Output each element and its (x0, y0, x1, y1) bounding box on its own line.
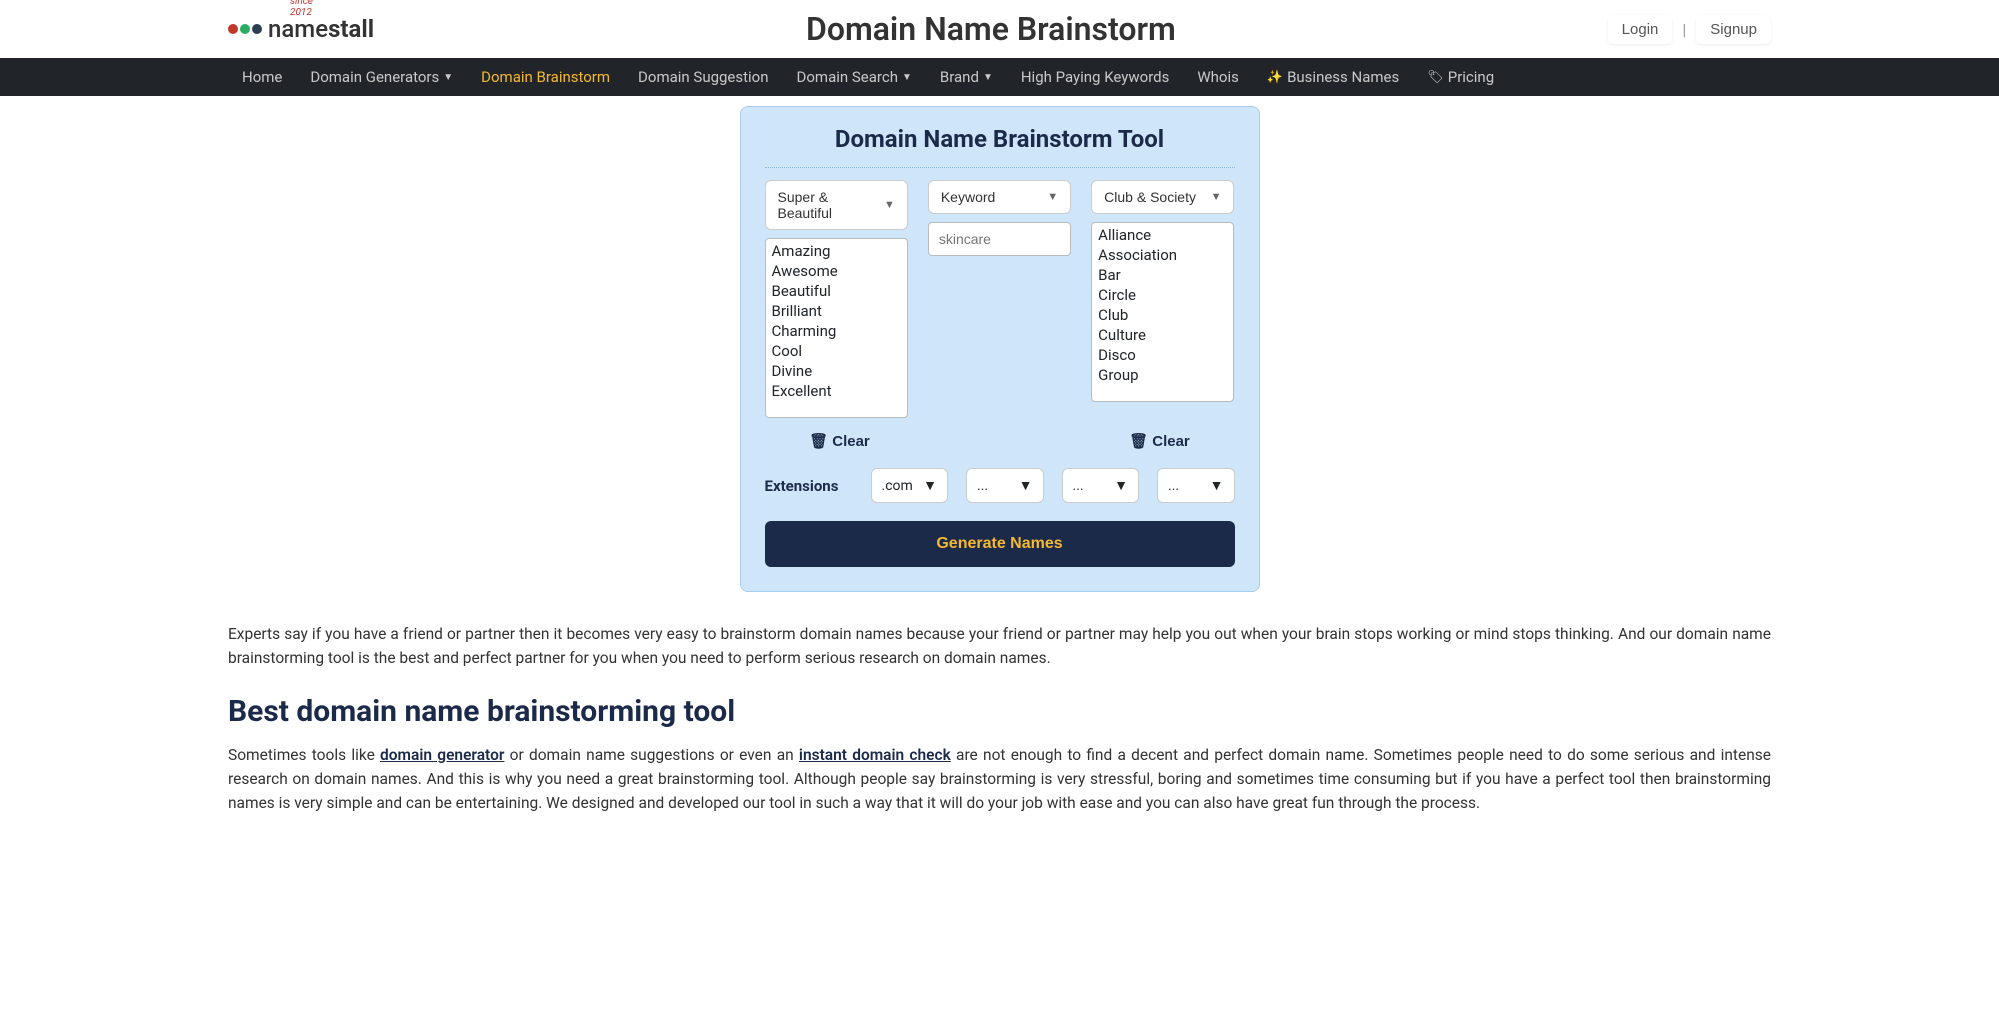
logo-text: namestall (268, 15, 374, 43)
extension-select-4[interactable]: ...▼ (1157, 468, 1235, 503)
list-item[interactable]: Charming (766, 321, 907, 341)
list-item[interactable]: Beautiful (766, 281, 907, 301)
clear-suffix-button[interactable]: 🗑Clear (1085, 432, 1235, 450)
chevron-down-icon: ▼ (1114, 477, 1128, 494)
chevron-down-icon: ▼ (923, 477, 937, 494)
instant-domain-check-link[interactable]: instant domain check (799, 746, 951, 764)
extensions-label: Extensions (765, 477, 853, 495)
nav-pricing[interactable]: 🏷Pricing (1413, 58, 1508, 96)
nav-domain-suggestion[interactable]: Domain Suggestion (624, 58, 782, 96)
list-item[interactable]: Divine (766, 361, 907, 381)
signup-button[interactable]: Signup (1696, 15, 1771, 44)
chevron-down-icon: ▼ (983, 72, 993, 83)
suffix-listbox[interactable]: Alliance Association Bar Circle Club Cul… (1091, 222, 1234, 402)
auth-separator: | (1682, 20, 1686, 39)
chevron-down-icon: ▼ (1211, 191, 1222, 203)
domain-generator-link[interactable]: domain generator (380, 746, 504, 764)
list-item[interactable]: Alliance (1092, 225, 1233, 245)
nav-domain-brainstorm[interactable]: Domain Brainstorm (467, 58, 624, 96)
chevron-down-icon: ▼ (1210, 477, 1224, 494)
sparkle-icon: ✨ (1267, 70, 1283, 85)
auth-group: Login | Signup (1608, 15, 1771, 44)
main-nav: Home Domain Generators▼ Domain Brainstor… (0, 58, 1999, 96)
list-item[interactable]: Culture (1092, 325, 1233, 345)
extension-select-3[interactable]: ...▼ (1062, 468, 1140, 503)
nav-whois[interactable]: Whois (1183, 58, 1253, 96)
nav-home[interactable]: Home (228, 58, 296, 96)
chevron-down-icon: ▼ (884, 199, 895, 211)
tag-icon: 🏷 (1427, 70, 1444, 85)
list-item[interactable]: Awesome (766, 261, 907, 281)
chevron-down-icon: ▼ (443, 72, 453, 83)
chevron-down-icon: ▼ (1047, 191, 1058, 203)
list-item[interactable]: Amazing (766, 241, 907, 261)
keyword-input[interactable] (928, 222, 1071, 256)
logo-dots (228, 24, 262, 34)
keyword-type-select[interactable]: Keyword▼ (928, 180, 1071, 214)
extension-select-2[interactable]: ...▼ (966, 468, 1044, 503)
suffix-category-select[interactable]: Club & Society▼ (1091, 180, 1234, 214)
chevron-down-icon: ▼ (1019, 477, 1033, 494)
list-item[interactable]: Group (1092, 365, 1233, 385)
list-item[interactable]: Circle (1092, 285, 1233, 305)
nav-domain-search[interactable]: Domain Search▼ (783, 58, 926, 96)
page-title: Domain Name Brainstorm (806, 10, 1176, 48)
list-item[interactable]: Disco (1092, 345, 1233, 365)
logo-since: since 2012 (290, 0, 313, 18)
trash-icon: 🗑 (809, 432, 828, 450)
trash-icon: 🗑 (1129, 432, 1148, 450)
extension-select-1[interactable]: .com▼ (871, 468, 949, 503)
list-item[interactable]: Club (1092, 305, 1233, 325)
nav-brand[interactable]: Brand▼ (926, 58, 1007, 96)
brainstorm-tool-card: Domain Name Brainstorm Tool Super & Beau… (740, 106, 1260, 592)
intro-paragraph: Experts say if you have a friend or part… (228, 622, 1771, 670)
list-item[interactable]: Brilliant (766, 301, 907, 321)
logo[interactable]: since 2012 namestall (228, 15, 374, 43)
generate-names-button[interactable]: Generate Names (765, 521, 1235, 567)
prefix-listbox[interactable]: Amazing Awesome Beautiful Brilliant Char… (765, 238, 908, 418)
nav-high-paying-keywords[interactable]: High Paying Keywords (1007, 58, 1184, 96)
login-button[interactable]: Login (1608, 15, 1673, 44)
list-item[interactable]: Excellent (766, 381, 907, 401)
section-heading: Best domain name brainstorming tool (228, 694, 1771, 729)
list-item[interactable]: Cool (766, 341, 907, 361)
nav-domain-generators[interactable]: Domain Generators▼ (296, 58, 467, 96)
list-item[interactable]: Association (1092, 245, 1233, 265)
clear-prefix-button[interactable]: 🗑Clear (765, 432, 915, 450)
tool-title: Domain Name Brainstorm Tool (765, 125, 1235, 168)
chevron-down-icon: ▼ (902, 72, 912, 83)
prefix-category-select[interactable]: Super & Beautiful▼ (765, 180, 908, 230)
list-item[interactable]: Bar (1092, 265, 1233, 285)
nav-business-names[interactable]: ✨Business Names (1253, 58, 1413, 96)
body-paragraph: Sometimes tools like domain generator or… (228, 743, 1771, 815)
